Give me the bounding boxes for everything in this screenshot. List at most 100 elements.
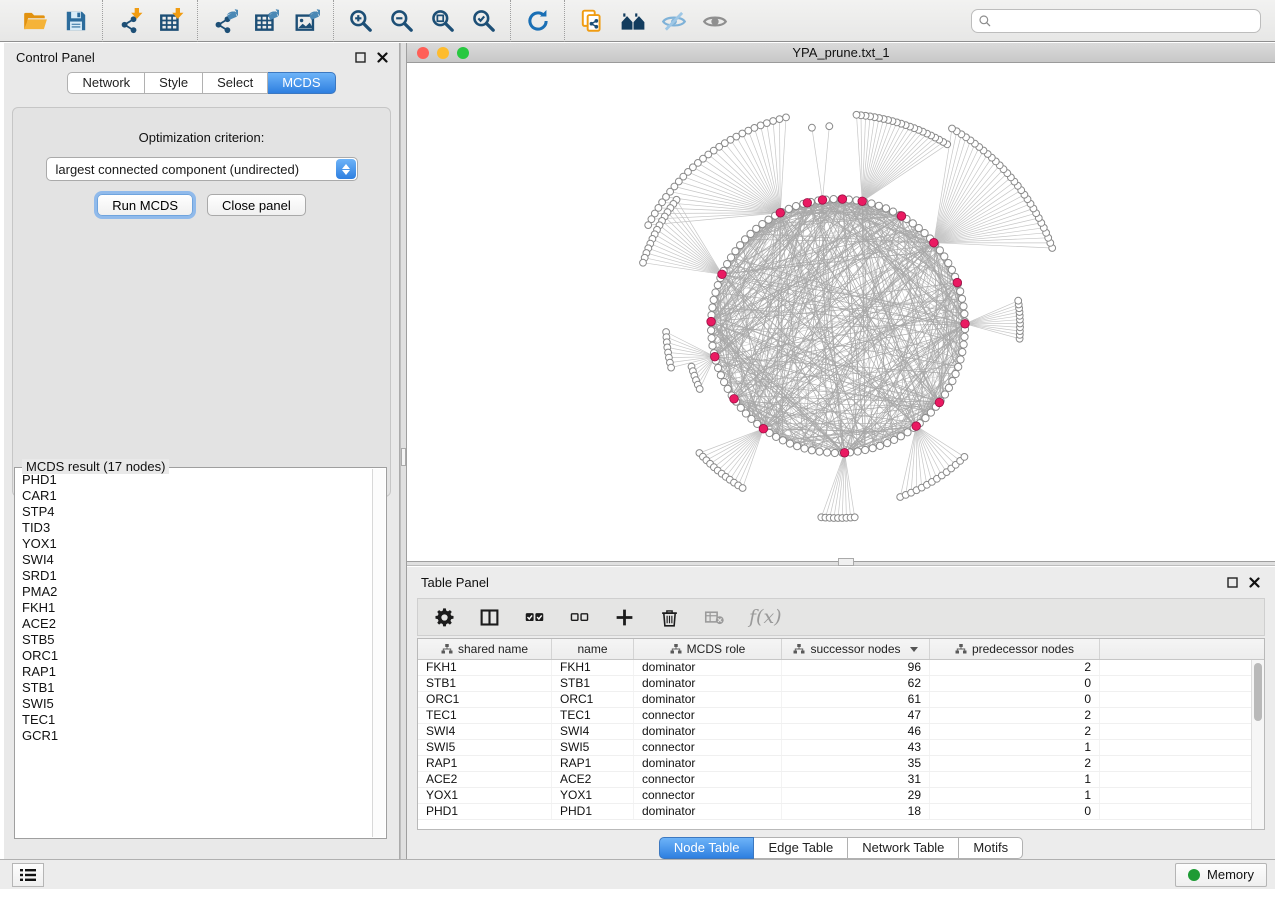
table-row[interactable]: TEC1TEC1connector472 xyxy=(418,708,1264,724)
table-cell: STB1 xyxy=(418,676,552,691)
dropdown-stepper-icon xyxy=(336,159,356,179)
settings-icon xyxy=(435,608,453,626)
mcds-result-item[interactable]: PMA2 xyxy=(22,584,372,600)
table-row[interactable]: SWI5SWI5connector431 xyxy=(418,740,1264,756)
open-file-button[interactable] xyxy=(14,4,55,38)
table-row[interactable]: YOX1YOX1connector291 xyxy=(418,788,1264,804)
export-table-button[interactable] xyxy=(245,4,286,38)
deselect-all-button[interactable] xyxy=(569,602,590,632)
mcds-result-item[interactable]: YOX1 xyxy=(22,536,372,552)
mcds-result-item[interactable]: SWI5 xyxy=(22,696,372,712)
panel-splitter-vertical[interactable] xyxy=(400,43,407,859)
float-table-panel-icon[interactable] xyxy=(1226,576,1239,589)
zoom-in-button[interactable] xyxy=(340,4,381,38)
export-image-button[interactable] xyxy=(286,4,327,38)
table-row[interactable]: RAP1RAP1dominator352 xyxy=(418,756,1264,772)
table-cell: 31 xyxy=(782,772,930,787)
panel-splitter-horizontal[interactable] xyxy=(407,561,1275,566)
mcds-result-item[interactable]: STP4 xyxy=(22,504,372,520)
table-row[interactable]: ORC1ORC1dominator610 xyxy=(418,692,1264,708)
tab-motifs[interactable]: Motifs xyxy=(959,837,1023,859)
tab-node-table[interactable]: Node Table xyxy=(659,837,755,859)
column-label: predecessor nodes xyxy=(972,642,1074,656)
network-canvas[interactable] xyxy=(407,64,1275,561)
mcds-result-item[interactable]: STB5 xyxy=(22,632,372,648)
column-label: shared name xyxy=(458,642,528,656)
mcds-result-item[interactable]: PHD1 xyxy=(22,472,372,488)
zoom-out-icon xyxy=(392,11,411,30)
mcds-result-item[interactable]: ACE2 xyxy=(22,616,372,632)
tab-mcds[interactable]: MCDS xyxy=(268,72,335,94)
split-columns-button[interactable] xyxy=(479,602,500,632)
mcds-result-item[interactable]: SWI4 xyxy=(22,552,372,568)
table-cell: 29 xyxy=(782,788,930,803)
settings-button[interactable] xyxy=(434,602,455,632)
optimization-criterion-dropdown[interactable]: largest connected component (undirected) xyxy=(46,157,358,181)
table-row[interactable]: SWI4SWI4dominator462 xyxy=(418,724,1264,740)
mcds-result-item[interactable]: TID3 xyxy=(22,520,372,536)
save-session-button[interactable] xyxy=(55,4,96,38)
tab-select[interactable]: Select xyxy=(203,72,268,94)
sort-chevron-icon[interactable] xyxy=(910,647,918,652)
column-header-MCDS-role[interactable]: MCDS role xyxy=(634,639,782,659)
table-scrollbar-thumb[interactable] xyxy=(1254,663,1262,721)
table-row[interactable]: STB1STB1dominator620 xyxy=(418,676,1264,692)
control-panel: Control Panel NetworkStyleSelectMCDS Opt… xyxy=(4,43,400,859)
table-cell: connector xyxy=(634,740,782,755)
mcds-result-item[interactable]: TEC1 xyxy=(22,712,372,728)
table-row[interactable]: PHD1PHD1dominator180 xyxy=(418,804,1264,820)
hide-selected-button[interactable] xyxy=(653,4,694,38)
mcds-result-item[interactable]: STB1 xyxy=(22,680,372,696)
add-column-button[interactable] xyxy=(614,602,635,632)
tab-style[interactable]: Style xyxy=(145,72,203,94)
refresh-layout-button[interactable] xyxy=(517,4,558,38)
mcds-result-item[interactable]: CAR1 xyxy=(22,488,372,504)
close-table-panel-icon[interactable] xyxy=(1248,576,1261,589)
column-header-name[interactable]: name xyxy=(552,639,634,659)
table-row[interactable]: FKH1FKH1dominator962 xyxy=(418,660,1264,676)
table-cell: 43 xyxy=(782,740,930,755)
zoom-fit-button[interactable] xyxy=(422,4,463,38)
show-all-button[interactable] xyxy=(694,4,735,38)
run-mcds-button[interactable]: Run MCDS xyxy=(97,194,193,216)
delete-column-button[interactable] xyxy=(659,602,680,632)
control-panel-tabbar: NetworkStyleSelectMCDS xyxy=(4,72,399,94)
table-cell: 2 xyxy=(930,660,1100,675)
tab-edge-table[interactable]: Edge Table xyxy=(754,837,848,859)
table-cell-filler xyxy=(1100,692,1264,707)
mcds-list-scrollbar[interactable] xyxy=(372,469,385,837)
zoom-selected-button[interactable] xyxy=(463,4,504,38)
tab-network[interactable]: Network xyxy=(67,72,145,94)
import-network-button[interactable] xyxy=(109,4,150,38)
select-all-button[interactable] xyxy=(524,602,545,632)
first-neighbors-button[interactable] xyxy=(612,4,653,38)
table-cell-filler xyxy=(1100,804,1264,819)
mcds-result-item[interactable]: FKH1 xyxy=(22,600,372,616)
table-cell: TEC1 xyxy=(418,708,552,723)
search-input[interactable] xyxy=(971,9,1261,33)
memory-button[interactable]: Memory xyxy=(1175,863,1267,887)
table-cell: ACE2 xyxy=(552,772,634,787)
task-history-button[interactable] xyxy=(12,863,44,887)
mcds-result-item[interactable]: SRD1 xyxy=(22,568,372,584)
import-table-button[interactable] xyxy=(150,4,191,38)
tab-network-table[interactable]: Network Table xyxy=(848,837,959,859)
column-header-predecessor-nodes[interactable]: predecessor nodes xyxy=(930,639,1100,659)
table-cell: 2 xyxy=(930,724,1100,739)
export-network-button[interactable] xyxy=(204,4,245,38)
table-cell: YOX1 xyxy=(418,788,552,803)
close-panel-button[interactable]: Close panel xyxy=(207,194,306,216)
table-row[interactable]: ACE2ACE2connector311 xyxy=(418,772,1264,788)
zoom-out-button[interactable] xyxy=(381,4,422,38)
mcds-result-item[interactable]: ORC1 xyxy=(22,648,372,664)
mcds-result-item[interactable]: RAP1 xyxy=(22,664,372,680)
float-panel-icon[interactable] xyxy=(354,51,367,64)
clone-network-button[interactable] xyxy=(571,4,612,38)
close-panel-icon[interactable] xyxy=(376,51,389,64)
mcds-result-item[interactable]: GCR1 xyxy=(22,728,372,744)
table-scrollbar[interactable] xyxy=(1251,660,1264,829)
column-type-icon xyxy=(955,643,967,655)
column-header-successor-nodes[interactable]: successor nodes xyxy=(782,639,930,659)
column-header-shared-name[interactable]: shared name xyxy=(418,639,552,659)
table-cell: 62 xyxy=(782,676,930,691)
